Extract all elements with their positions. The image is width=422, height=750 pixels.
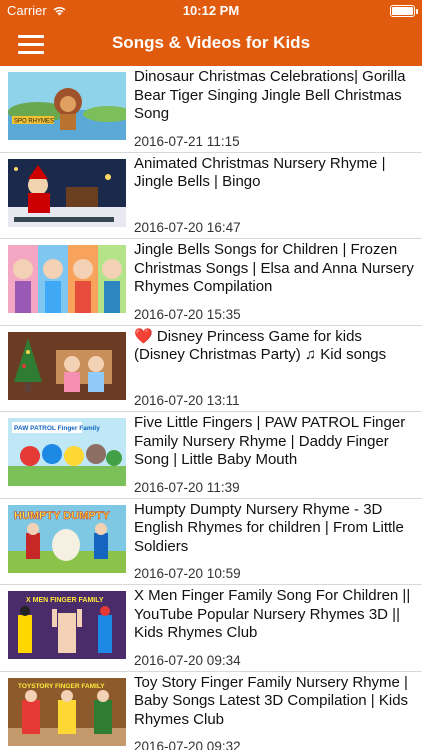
thumbnail-image: PAW PATROL Finger Family (8, 418, 126, 486)
video-title: X Men Finger Family Song For Children ||… (134, 587, 411, 641)
video-row[interactable]: SPO RHYMES Dinosaur Christmas Celebratio… (0, 66, 422, 153)
video-title-text: Disney Princess Game for kids (Disney Ch… (134, 327, 387, 364)
video-title: Dinosaur Christmas Celebrations| Gorilla… (134, 68, 406, 122)
video-thumbnail[interactable] (8, 331, 126, 400)
thumbnail-image: SPO RHYMES (8, 72, 126, 140)
thumbnail-image (8, 331, 126, 400)
video-date: 2016-07-21 11:15 (134, 133, 240, 149)
video-date: 2016-07-20 09:34 (134, 652, 241, 668)
video-thumbnail[interactable] (8, 245, 126, 313)
video-thumbnail[interactable]: SPO RHYMES (8, 72, 126, 140)
video-thumbnail[interactable] (8, 158, 126, 227)
video-title: ❤️ Disney Princess Game for kids (Disney… (134, 328, 414, 365)
status-time: 10:12 PM (182, 3, 240, 18)
video-title: Jingle Bells Songs for Children | Frozen… (134, 241, 414, 295)
thumbnail-image (8, 245, 126, 313)
video-row[interactable]: PAW PATROL Finger Family Five Little Fin… (0, 412, 422, 499)
video-date: 2016-07-20 16:47 (134, 220, 241, 235)
app: Carrier 10:12 PM Songs & Videos for Kids (0, 0, 422, 750)
video-title: Animated Christmas Nursery Rhyme | Jingl… (134, 154, 386, 191)
video-date: 2016-07-20 10:59 (134, 566, 241, 581)
status-bar: Carrier 10:12 PM (0, 0, 422, 22)
thumbnail-image: TOYSTORY FINGER FAMILY (8, 677, 126, 746)
video-title: Five Little Fingers | PAW PATROL Finger … (134, 414, 406, 468)
video-row[interactable]: Jingle Bells Songs for Children | Frozen… (0, 239, 422, 326)
video-row[interactable]: HUMPTY DUMPTY Humpty Dumpty Nursery Rhym… (0, 499, 422, 585)
thumbnail-image: HUMPTY DUMPTY (8, 504, 126, 573)
video-thumbnail[interactable]: PAW PATROL Finger Family (8, 418, 126, 486)
video-row[interactable]: Animated Christmas Nursery Rhyme | Jingl… (0, 153, 422, 239)
battery-fill (392, 7, 413, 15)
video-list: SPO RHYMES Dinosaur Christmas Celebratio… (0, 66, 422, 750)
video-date: 2016-07-20 15:35 (134, 306, 241, 322)
page-title: Songs & Videos for Kids (111, 33, 311, 52)
thumbnail-caption: HUMPTY DUMPTY (14, 510, 110, 522)
video-thumbnail[interactable]: TOYSTORY FINGER FAMILY (8, 677, 126, 746)
video-date: 2016-07-20 13:11 (134, 393, 240, 408)
nav-bar: Songs & Videos for Kids (0, 22, 422, 66)
top-bar: Carrier 10:12 PM Songs & Videos for Kids (0, 0, 422, 66)
video-row[interactable]: TOYSTORY FINGER FAMILY Toy Story Finger … (0, 672, 422, 750)
thumbnail-image: X MEN FINGER FAMILY (8, 591, 126, 659)
thumbnail-caption: SPO RHYMES (14, 119, 54, 125)
thumbnail-caption: TOYSTORY FINGER FAMILY (18, 683, 105, 690)
video-row[interactable]: X MEN FINGER FAMILY X Men Finger Family … (0, 585, 422, 672)
video-thumbnail[interactable]: X MEN FINGER FAMILY (8, 591, 126, 659)
video-row[interactable]: ❤️ Disney Princess Game for kids (Disney… (0, 326, 422, 412)
heart-icon: ❤️ (134, 327, 157, 345)
video-title: Humpty Dumpty Nursery Rhyme - 3D English… (134, 500, 404, 555)
video-thumbnail[interactable]: HUMPTY DUMPTY (8, 504, 126, 573)
battery-icon (390, 5, 418, 17)
video-title: Toy Story Finger Family Nursery Rhyme | … (134, 673, 409, 728)
battery-nub (416, 9, 418, 14)
thumbnail-image (8, 158, 126, 227)
thumbnail-caption: PAW PATROL Finger Family (14, 425, 100, 432)
video-date: 2016-07-20 09:32 (134, 739, 241, 750)
video-date: 2016-07-20 11:39 (134, 479, 240, 495)
thumbnail-caption: X MEN FINGER FAMILY (26, 597, 104, 604)
